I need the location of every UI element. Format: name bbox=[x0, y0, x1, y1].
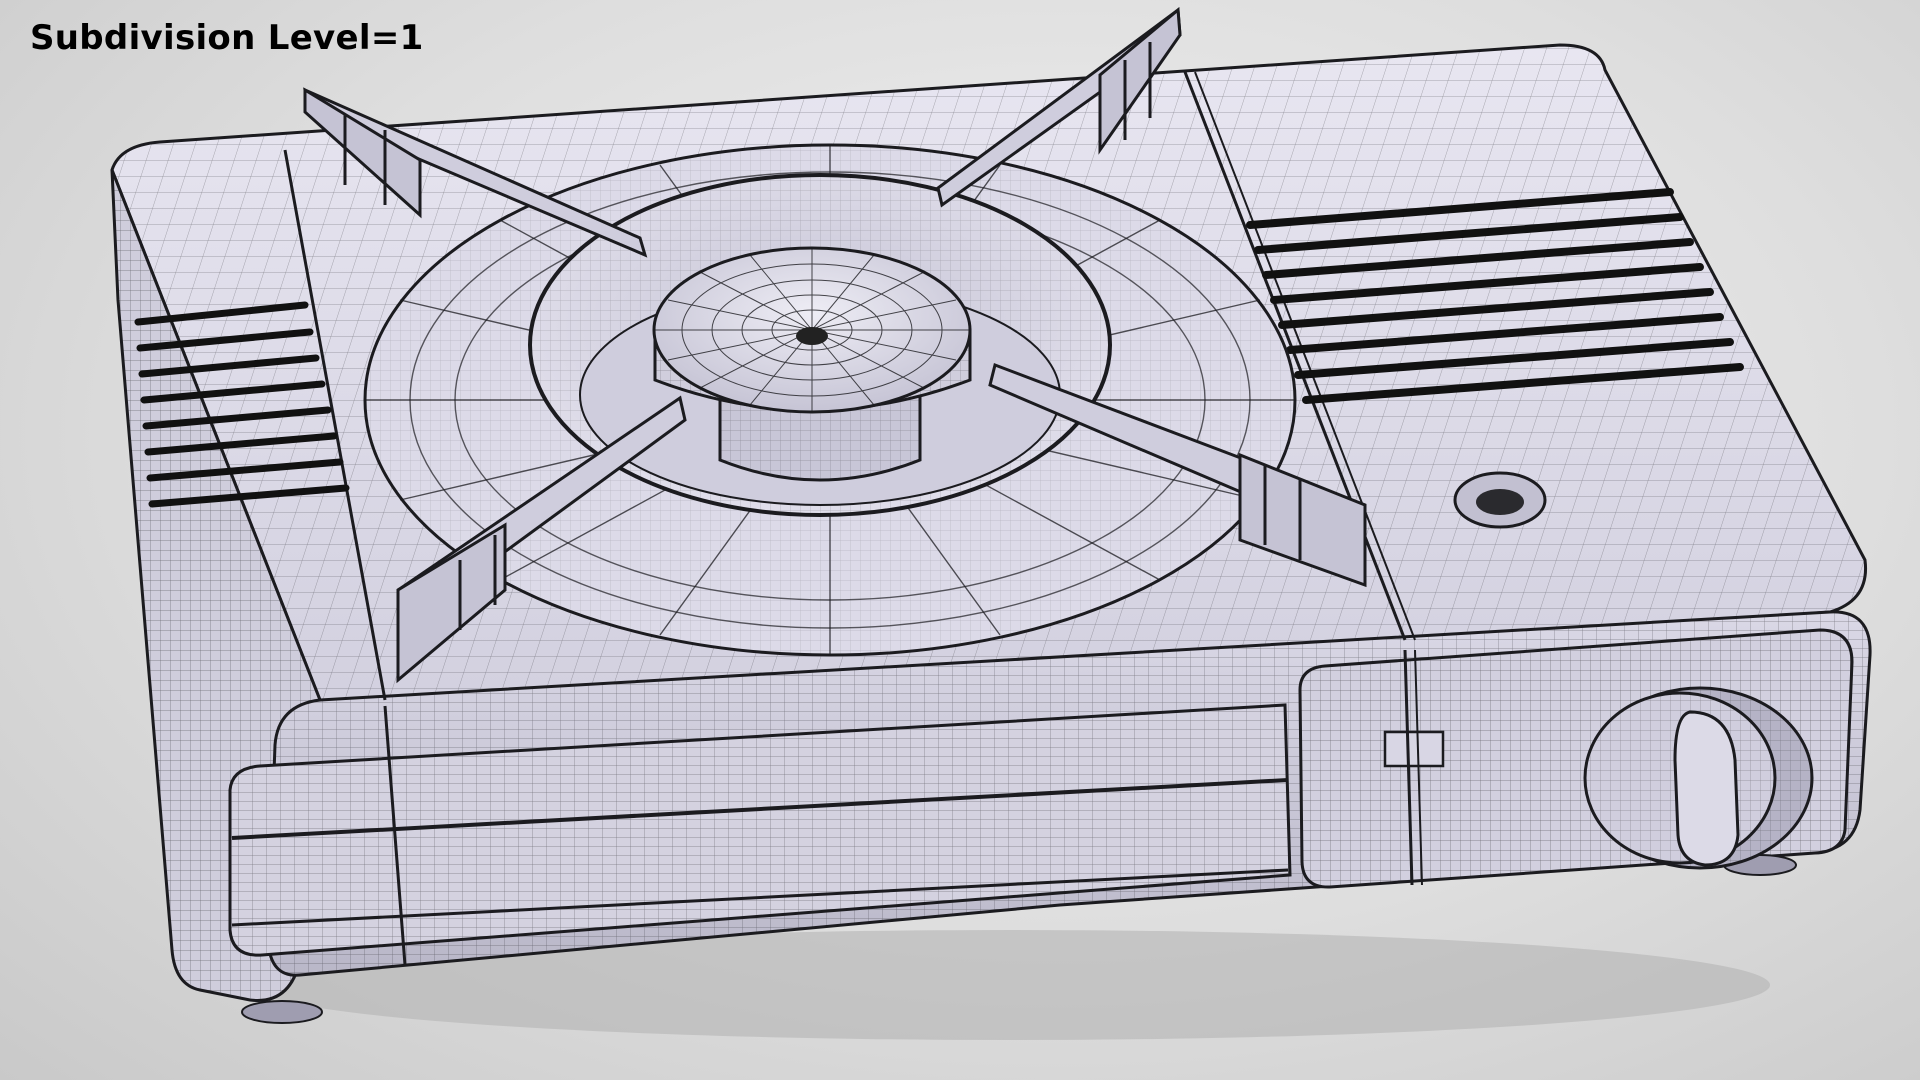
control-knob bbox=[1583, 686, 1814, 870]
knob-grip bbox=[1673, 710, 1740, 867]
ignition-hole bbox=[1453, 471, 1547, 529]
stove-render bbox=[110, 6, 1872, 1040]
burner-center-hole bbox=[796, 327, 828, 345]
latch bbox=[1383, 730, 1445, 768]
render-viewport: Subdivision Level=1 bbox=[0, 0, 1920, 1080]
foot-left bbox=[241, 1000, 323, 1024]
